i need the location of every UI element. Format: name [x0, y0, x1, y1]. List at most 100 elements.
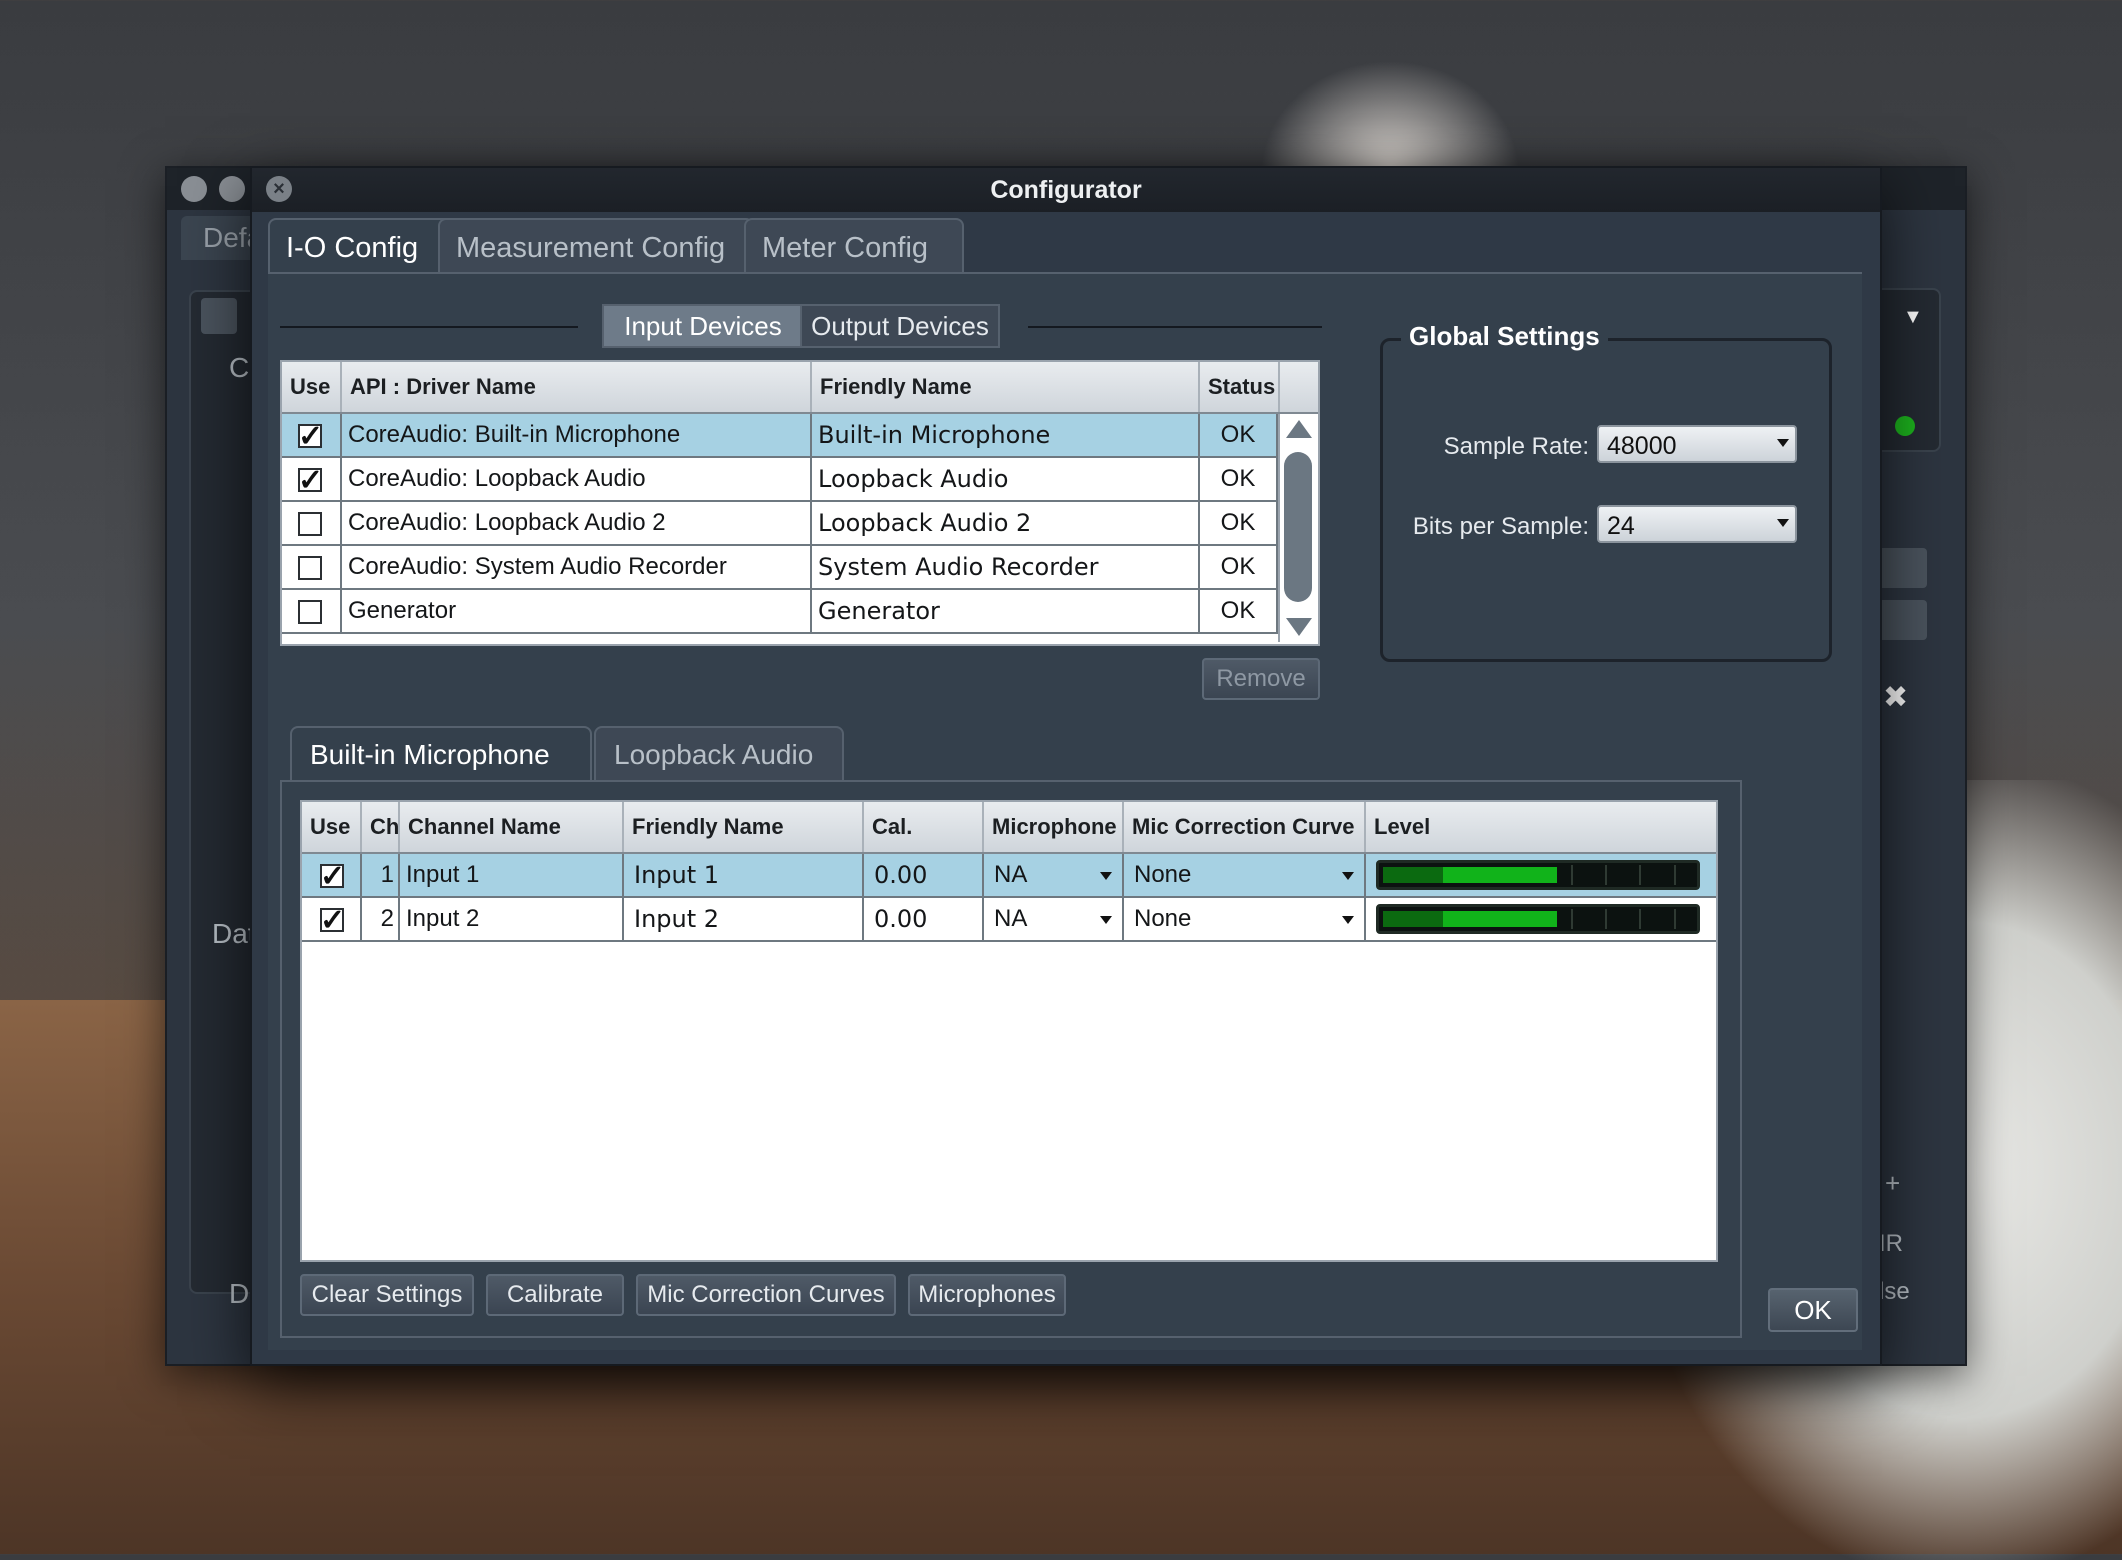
remove-button[interactable]: Remove — [1202, 658, 1320, 700]
meter-tick — [1674, 909, 1676, 929]
use-checkbox[interactable] — [298, 460, 323, 500]
use-checkbox[interactable] — [298, 416, 323, 456]
meter-tick — [1571, 909, 1573, 929]
configurator-dialog: × Configurator I-O Config Measurement Co… — [250, 166, 1882, 1366]
tab-meter-config[interactable]: Meter Config — [744, 218, 964, 276]
use-cell — [282, 502, 342, 544]
tab-loopback-audio[interactable]: Loopback Audio — [594, 726, 844, 782]
driver-name-cell: CoreAudio: Built-in Microphone — [342, 414, 812, 456]
col-cal-offset[interactable]: Cal. Offset — [864, 802, 984, 889]
dialog-title: Configurator — [990, 176, 1142, 204]
device-row[interactable]: CoreAudio: System Audio Recorder System A… — [282, 546, 1278, 590]
bg-minimize-icon[interactable] — [219, 176, 245, 202]
microphone-select[interactable]: NA — [984, 898, 1124, 940]
segment-label: Output Devices — [811, 311, 989, 341]
col-channel-name[interactable]: Channel Name — [400, 802, 624, 852]
col-driver-name[interactable]: API : Driver Name — [342, 362, 812, 412]
tab-built-in-microphone[interactable]: Built-in Microphone — [290, 726, 592, 782]
tools-icon[interactable]: ✖ — [1883, 680, 1908, 715]
device-row[interactable]: CoreAudio: Built-in MicrophoneBuilt-in M… — [282, 414, 1278, 458]
level-meter — [1376, 904, 1700, 934]
microphone-select[interactable]: NA — [984, 854, 1124, 896]
dialog-titlebar: × Configurator — [252, 168, 1880, 212]
devices-scrollbar[interactable] — [1278, 414, 1318, 642]
driver-name-cell: Generator — [342, 590, 812, 632]
close-icon[interactable]: × — [266, 176, 292, 202]
status-cell: OK — [1200, 546, 1278, 588]
col-use[interactable]: Use — [302, 802, 362, 852]
col-friendly-name[interactable]: Friendly Name — [812, 362, 1200, 412]
status-cell: OK — [1200, 590, 1278, 632]
ok-button[interactable]: OK — [1768, 1288, 1858, 1332]
mic-correction-curve-select[interactable]: None — [1124, 898, 1366, 940]
bg-close-icon[interactable] — [181, 176, 207, 202]
channels-table: Use Ch Channel Name Friendly Name Cal. O… — [300, 800, 1718, 1262]
device-row[interactable]: CoreAudio: Loopback Audio 2 Loopback Audi… — [282, 502, 1278, 546]
devices-table-header: Use API : Driver Name Friendly Name Stat… — [282, 362, 1318, 414]
col-microphone[interactable]: Microphone — [984, 802, 1124, 852]
use-checkbox[interactable] — [320, 900, 345, 940]
subtab-label: Built-in Microphone — [310, 739, 550, 770]
use-checkbox[interactable] — [298, 600, 322, 624]
subtab-label: Loopback Audio — [614, 739, 814, 770]
chevron-down-icon — [1342, 916, 1354, 924]
meter-tick — [1605, 909, 1607, 929]
friendly-name-cell[interactable]: Loopback Audio — [812, 458, 1200, 500]
chevron-down-icon — [1342, 872, 1354, 880]
scroll-thumb[interactable] — [1284, 452, 1312, 602]
curve-value: None — [1134, 905, 1192, 932]
use-checkbox[interactable] — [320, 856, 345, 896]
meter-tick — [1639, 909, 1641, 929]
channel-row[interactable]: 2Input 2Input 20.00NANone — [302, 898, 1716, 942]
button-label: Calibrate — [506, 1281, 604, 1308]
level-meter-low — [1383, 911, 1443, 927]
col-use[interactable]: Use — [282, 362, 342, 412]
channels-table-header: Use Ch Channel Name Friendly Name Cal. O… — [302, 802, 1716, 889]
input-devices-button[interactable]: Input Devices — [602, 304, 804, 348]
channel-name-cell[interactable]: Input 1 — [400, 854, 624, 896]
use-checkbox[interactable] — [298, 512, 322, 536]
output-devices-button[interactable]: Output Devices — [800, 304, 1000, 348]
calibrate-button[interactable]: Calibrate — [486, 1274, 624, 1316]
button-label: Microphones — [918, 1281, 1056, 1308]
mic-correction-curves-button[interactable]: Mic Correction Curves — [636, 1274, 896, 1316]
channel-name-cell[interactable]: Input 2 — [400, 898, 624, 940]
friendly-name-cell[interactable]: Input 1 — [624, 854, 864, 896]
col-status[interactable]: Status — [1200, 362, 1280, 412]
bg-dropdown-icon[interactable]: ▼ — [1903, 306, 1923, 329]
bits-per-sample-select[interactable]: 24 — [1597, 505, 1797, 543]
bits-per-sample-value: 24 — [1607, 512, 1635, 540]
tab-io-config[interactable]: I-O Config — [268, 218, 454, 276]
cal-offset-cell[interactable]: 0.00 — [864, 898, 984, 940]
microphones-button[interactable]: Microphones — [908, 1274, 1066, 1316]
col-mic-correction-curve[interactable]: Mic Correction Curve — [1124, 802, 1366, 852]
bg-fragment-ir: IR — [1879, 1230, 1903, 1257]
mic-correction-curve-select[interactable]: None — [1124, 854, 1366, 896]
col-friendly-name[interactable]: Friendly Name — [624, 802, 864, 852]
friendly-name-cell[interactable]: Built-in Microphone — [812, 414, 1200, 456]
cal-offset-cell[interactable]: 0.00 — [864, 854, 984, 896]
scroll-down-icon[interactable] — [1286, 618, 1312, 636]
meter-tick — [1639, 865, 1641, 885]
chevron-down-icon — [1100, 916, 1112, 924]
tab-measurement-config[interactable]: Measurement Config — [438, 218, 754, 276]
sample-rate-select[interactable]: 48000 — [1597, 425, 1797, 463]
friendly-name-cell[interactable]: Generator — [812, 590, 1200, 632]
device-row[interactable]: Generator Generator OK — [282, 590, 1278, 634]
friendly-name-cell[interactable]: System Audio Recorder — [812, 546, 1200, 588]
col-level[interactable]: Level — [1366, 802, 1714, 852]
friendly-name-cell[interactable]: Input 2 — [624, 898, 864, 940]
driver-name-cell: CoreAudio: System Audio Recorder — [342, 546, 812, 588]
channel-row[interactable]: 1Input 1Input 10.00NANone — [302, 854, 1716, 898]
bg-plus[interactable]: + — [1885, 1168, 1900, 1199]
remove-label: Remove — [1216, 665, 1306, 692]
col-ch[interactable]: Ch — [362, 802, 400, 852]
use-checkbox[interactable] — [298, 556, 322, 580]
scroll-up-icon[interactable] — [1286, 420, 1312, 438]
clear-settings-button[interactable]: Clear Settings — [300, 1274, 474, 1316]
bg-knob[interactable] — [201, 298, 237, 334]
friendly-name-cell[interactable]: Loopback Audio 2 — [812, 502, 1200, 544]
chevron-down-icon — [1777, 439, 1789, 447]
device-row[interactable]: CoreAudio: Loopback AudioLoopback AudioO… — [282, 458, 1278, 502]
tab-label: Measurement Config — [456, 232, 726, 264]
